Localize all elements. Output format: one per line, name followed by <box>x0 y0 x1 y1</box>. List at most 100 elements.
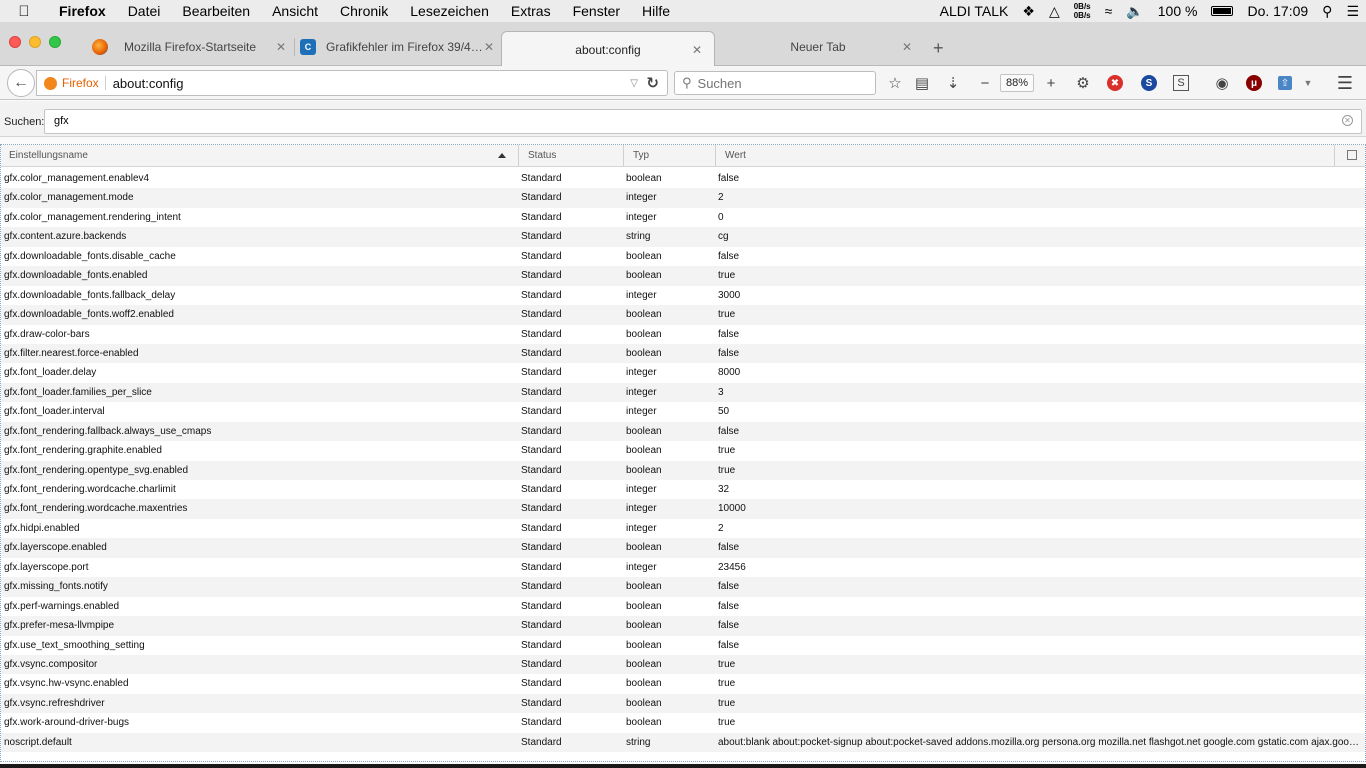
extension-gear-icon[interactable]: ⚙ <box>1073 73 1093 93</box>
pref-value-cell: true <box>718 445 736 457</box>
table-row[interactable]: gfx.font_loader.interval Standard integer 5… <box>1 402 1365 421</box>
filter-box[interactable]: ✕ <box>44 109 1362 134</box>
url-bar[interactable]: Firefox about:config ▽ ↻ <box>36 70 668 96</box>
table-row[interactable]: gfx.downloadable_fonts.disable_cache Stan… <box>1 247 1365 266</box>
screenshot-upload-icon[interactable]: ⇧ <box>1278 76 1292 90</box>
table-row[interactable]: gfx.color_management.mode Standard integer… <box>1 188 1365 208</box>
close-tab-icon[interactable]: ✕ <box>692 43 702 57</box>
close-tab-icon[interactable]: ✕ <box>276 40 286 54</box>
chevron-down-icon[interactable]: ▼ <box>1298 73 1318 93</box>
table-row[interactable]: gfx.vsync.refreshdriver Standard boolean tr… <box>1 693 1365 714</box>
network-speed[interactable]: 0B/s 0B/s <box>1067 2 1098 20</box>
menu-datei[interactable]: Datei <box>117 0 172 22</box>
apple-menu-icon[interactable]:  <box>0 3 48 20</box>
table-row[interactable]: gfx.draw-color-bars Standard boolean false <box>1 325 1365 344</box>
table-row[interactable]: gfx.use_text_smoothing_setting Standard bo… <box>1 636 1365 655</box>
table-row[interactable]: gfx.font_loader.families_per_slice Standa… <box>1 382 1365 403</box>
table-row[interactable]: gfx.font_rendering.wordcache.charlimit St… <box>1 480 1365 499</box>
column-picker-icon[interactable] <box>1347 150 1357 160</box>
noscript-icon[interactable]: ✖ <box>1107 75 1123 91</box>
volume-icon[interactable]: 🔈 <box>1119 3 1150 20</box>
table-row[interactable]: gfx.font_loader.delay Standard integer 8000 <box>1 363 1365 382</box>
table-row[interactable]: gfx.prefer-mesa-llvmpipe Standard boolean f… <box>1 616 1365 636</box>
table-row[interactable]: gfx.font_rendering.wordcache.maxentries S… <box>1 499 1365 519</box>
table-row[interactable]: gfx.downloadable_fonts.woff2.enabled Stan… <box>1 305 1365 325</box>
clear-filter-icon[interactable]: ✕ <box>1342 115 1353 126</box>
column-header-name[interactable]: Einstellungsname <box>1 145 519 166</box>
carrier-label[interactable]: ALDI TALK <box>933 3 1016 19</box>
table-row[interactable]: gfx.perf-warnings.enabled Standard boolean… <box>1 597 1365 616</box>
filter-input[interactable] <box>54 115 1254 127</box>
new-tab-button[interactable]: + <box>933 38 944 59</box>
battery-icon[interactable] <box>1204 3 1240 19</box>
pref-status-cell: Standard <box>521 464 562 476</box>
tab-about-config[interactable]: about:config ✕ <box>501 31 715 67</box>
url-text[interactable]: about:config <box>113 76 184 91</box>
table-row[interactable]: gfx.font_rendering.opentype_svg.enabled S… <box>1 460 1365 480</box>
menu-chronik[interactable]: Chronik <box>329 0 399 22</box>
table-row[interactable]: gfx.downloadable_fonts.fallback_delay Sta… <box>1 286 1365 305</box>
menu-ansicht[interactable]: Ansicht <box>261 0 329 22</box>
table-row[interactable]: gfx.hidpi.enabled Standard integer 2 <box>1 519 1365 538</box>
bookmarks-menu-icon[interactable]: ▤ <box>912 73 932 93</box>
search-bar[interactable]: ⚲ <box>674 71 876 95</box>
zoom-level[interactable]: 88% <box>1000 74 1034 92</box>
table-row[interactable]: gfx.color_management.rendering_intent Sta… <box>1 208 1365 227</box>
search-input[interactable] <box>697 75 868 91</box>
vpn-icon[interactable]: △ <box>1042 3 1067 20</box>
clock[interactable]: Do. 17:09 <box>1240 3 1315 19</box>
pref-value-cell: false <box>718 542 740 554</box>
table-row[interactable]: gfx.font_rendering.fallback.always_use_c… <box>1 421 1365 442</box>
minimize-window-button[interactable] <box>29 36 41 48</box>
zoom-out-icon[interactable]: − <box>975 73 995 93</box>
menu-extras[interactable]: Extras <box>500 0 562 22</box>
menu-lesezeichen[interactable]: Lesezeichen <box>399 0 500 22</box>
dropbox-icon[interactable]: ❖ <box>1015 3 1042 20</box>
table-row[interactable]: gfx.font_rendering.graphite.enabled Stand… <box>1 441 1365 460</box>
menu-bearbeiten[interactable]: Bearbeiten <box>171 0 261 22</box>
tab-neuer-tab[interactable]: Neuer Tab ✕ <box>718 32 918 62</box>
column-header-status[interactable]: Status <box>520 145 624 166</box>
pref-status-cell: Standard <box>521 639 562 651</box>
reload-icon[interactable]: ↻ <box>646 74 659 92</box>
downloads-icon[interactable]: ⇣ <box>943 73 963 93</box>
table-row[interactable]: gfx.vsync.hw-vsync.enabled Standard boolea… <box>1 674 1365 693</box>
zoom-in-icon[interactable]: + <box>1041 73 1061 93</box>
ublock-icon[interactable]: μ <box>1246 75 1262 91</box>
hamburger-menu-icon[interactable]: ☰ <box>1335 73 1355 93</box>
table-row[interactable]: gfx.work-around-driver-bugs Standard boole… <box>1 713 1365 732</box>
identity-firefox-icon[interactable] <box>44 76 57 90</box>
wifi-icon[interactable]: ≈ <box>1098 3 1120 19</box>
menu-hilfe[interactable]: Hilfe <box>631 0 681 22</box>
config-tree[interactable]: Einstellungsname Status Typ Wert gfx.col… <box>0 144 1366 762</box>
ghostery-icon[interactable]: ◉ <box>1212 73 1232 93</box>
table-row[interactable]: gfx.color_management.enablev4 Standard boo… <box>1 169 1365 188</box>
history-dropdown-icon[interactable]: ▽ <box>630 78 638 89</box>
tab-firefox-start[interactable]: Mozilla Firefox-Startseite ✕ <box>92 32 292 62</box>
battery-percent[interactable]: 100 % <box>1151 3 1205 19</box>
close-tab-icon[interactable]: ✕ <box>484 40 494 54</box>
table-row[interactable]: gfx.downloadable_fonts.enabled Standard bo… <box>1 266 1365 286</box>
skype-s-icon[interactable]: S <box>1141 75 1157 91</box>
menu-fenster[interactable]: Fenster <box>562 0 631 22</box>
column-header-type[interactable]: Typ <box>625 145 716 166</box>
close-tab-icon[interactable]: ✕ <box>902 40 912 54</box>
menu-app-name[interactable]: Firefox <box>48 0 117 22</box>
table-row[interactable]: gfx.layerscope.port Standard integer 23456 <box>1 558 1365 577</box>
table-row[interactable]: gfx.missing_fonts.notify Standard boolean f… <box>1 577 1365 597</box>
identity-label[interactable]: Firefox <box>62 76 106 90</box>
table-row[interactable]: gfx.layerscope.enabled Standard boolean fal… <box>1 538 1365 558</box>
table-row[interactable]: gfx.filter.nearest.force-enabled Standard… <box>1 343 1365 364</box>
bookmark-star-icon[interactable]: ☆ <box>885 73 905 93</box>
column-header-value[interactable]: Wert <box>717 145 1335 166</box>
spotlight-search-icon[interactable]: ⚲ <box>1315 3 1339 20</box>
zoom-window-button[interactable] <box>49 36 61 48</box>
notification-center-icon[interactable]: ☰ <box>1339 3 1366 20</box>
back-button[interactable]: ← <box>7 69 35 97</box>
table-row[interactable]: noscript.default Standard string about:blan… <box>1 732 1365 753</box>
close-window-button[interactable] <box>9 36 21 48</box>
table-row[interactable]: gfx.vsync.compositor Standard boolean true <box>1 654 1365 675</box>
tab-computerbase[interactable]: C Grafikfehler im Firefox 39/4… ✕ <box>300 32 500 62</box>
s-square-icon[interactable]: S <box>1173 75 1189 91</box>
table-row[interactable]: gfx.content.azure.backends Standard string… <box>1 227 1365 247</box>
